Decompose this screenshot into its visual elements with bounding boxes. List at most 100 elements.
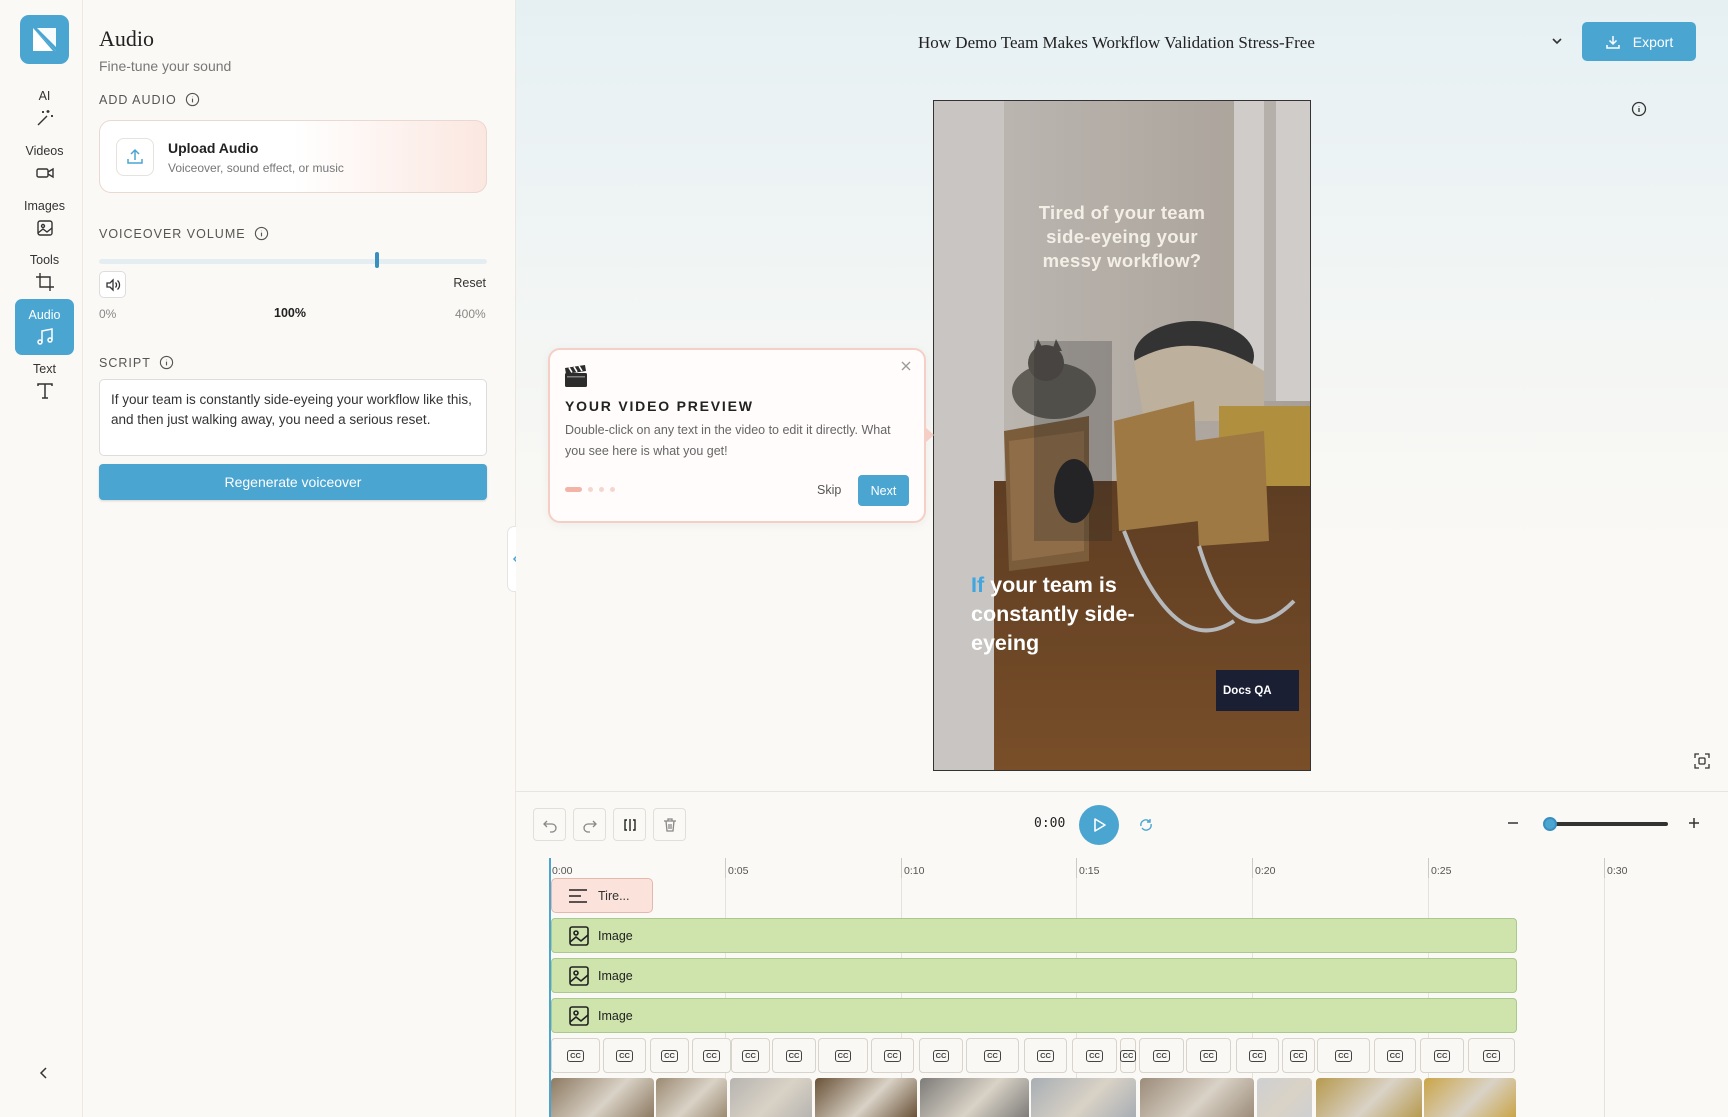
caption-clip[interactable]: CC [919,1038,963,1073]
caption-rest: your team is constantly side-eyeing [971,573,1135,655]
video-thumbnail[interactable] [1031,1078,1136,1117]
audio-panel: Audio Fine-tune your sound ADD AUDIO Upl… [84,0,516,1117]
timeline-ruler[interactable]: 0:00 0:05 0:10 0:15 0:20 0:25 0:30 [549,858,1728,878]
loop-icon[interactable] [1138,817,1154,833]
nav-videos[interactable]: Videos [15,135,74,191]
clip-label: Tire... [598,888,630,903]
video-top-text[interactable]: Tired of your team side-eyeing your mess… [1016,201,1228,273]
info-icon[interactable] [159,355,174,370]
image-track-clip[interactable]: Image [551,998,1517,1033]
zoom-slider-track[interactable] [1544,822,1668,826]
cc-icon: CC [1086,1049,1103,1062]
video-thumbnail[interactable] [1424,1078,1516,1117]
caption-clip[interactable]: CC [1139,1038,1184,1073]
undo-button[interactable] [533,808,566,841]
video-thumbnail[interactable] [656,1078,727,1117]
play-button[interactable] [1079,805,1119,845]
regenerate-voiceover-button[interactable]: Regenerate voiceover [99,464,487,500]
caption-clip[interactable]: CC [818,1038,868,1073]
nav-images[interactable]: Images [15,190,74,246]
step-dot [588,487,593,492]
ruler-tick: 0:10 [901,858,924,878]
split-button[interactable] [613,808,646,841]
tooltip-skip-button[interactable]: Skip [817,483,841,497]
nav-label: AI [38,88,51,103]
image-icon [36,219,53,236]
step-dot-active [565,487,582,492]
upload-audio-card[interactable]: Upload Audio Voiceover, sound effect, or… [99,120,487,193]
video-thumbnail[interactable] [1257,1078,1312,1117]
playhead[interactable] [549,858,551,1117]
caption-clip[interactable]: CC [1420,1038,1464,1073]
app-logo[interactable] [20,15,69,64]
info-icon[interactable] [1631,101,1647,117]
caption-clip[interactable]: CC [551,1038,600,1073]
caption-clip[interactable]: CC [871,1038,914,1073]
video-thumbnail[interactable] [920,1078,1029,1117]
info-icon[interactable] [185,92,200,107]
left-rail: AI Videos Images Tools Audio Text [0,0,83,1117]
cc-icon: CC [932,1049,950,1062]
caption-clip[interactable]: CC [1236,1038,1279,1073]
caption-clip[interactable]: CC [603,1038,646,1073]
caption-clip[interactable]: CC [772,1038,816,1073]
delete-button[interactable] [653,808,686,841]
caption-clip[interactable]: CC [1374,1038,1416,1073]
text-lines-icon [569,888,587,903]
mute-button[interactable] [99,271,126,298]
collapse-rail-icon[interactable] [34,1063,54,1083]
caption-clip[interactable]: CC [966,1038,1019,1073]
image-track-clip[interactable]: Image [551,918,1517,953]
video-thumbnail[interactable] [730,1078,812,1117]
caption-clip[interactable]: CC [692,1038,731,1073]
fit-screen-icon[interactable] [1694,753,1710,769]
caption-clip[interactable]: CC [1282,1038,1315,1073]
image-track-clip[interactable]: Image [551,958,1517,993]
volume-reset-button[interactable]: Reset [453,276,486,290]
caption-clip[interactable]: CC [731,1038,770,1073]
caption-clip[interactable]: CC [1119,1038,1137,1073]
close-icon[interactable] [899,359,913,373]
tooltip-title: YOUR VIDEO PREVIEW [565,398,754,414]
video-caption[interactable]: If your team is constantly side-eyeing [971,571,1191,658]
caption-clip[interactable]: CC [1072,1038,1117,1073]
caption-clip[interactable]: CC [650,1038,689,1073]
video-thumbnail[interactable] [551,1078,654,1117]
panel-title: Audio [99,26,154,51]
script-heading: SCRIPT [99,355,174,370]
step-dot [599,487,604,492]
cc-icon: CC [661,1049,678,1062]
docs-qa-badge[interactable]: Docs QA [1216,670,1299,711]
clapperboard-icon [565,365,587,387]
script-textarea[interactable]: If your team is constantly side-eyeing y… [99,379,487,456]
text-track-clip[interactable]: Tire... [551,878,653,913]
volume-slider-handle[interactable] [375,252,379,268]
zoom-out-icon[interactable] [1506,816,1520,830]
nav-audio[interactable]: Audio [15,299,74,355]
caption-clip[interactable]: CC [1468,1038,1515,1073]
nav-tools[interactable]: Tools [15,244,74,300]
ruler-tick: 0:30 [1604,858,1627,878]
nav-ai[interactable]: AI [15,80,74,136]
tooltip-body: Double-click on any text in the video to… [565,423,891,458]
caption-clip[interactable]: CC [1186,1038,1231,1073]
cc-icon: CC [785,1049,803,1062]
video-thumbnail[interactable] [1316,1078,1422,1117]
nav-text[interactable]: Text [15,353,74,409]
caption-clip[interactable]: CC [1024,1038,1067,1073]
export-button[interactable]: Export [1582,22,1696,61]
redo-button[interactable] [573,808,606,841]
zoom-in-icon[interactable] [1687,816,1701,830]
volume-max-label: 400% [455,307,486,321]
video-thumbnail[interactable] [1140,1078,1254,1117]
video-title[interactable]: How Demo Team Makes Workflow Validation … [918,33,1315,53]
video-thumbnail[interactable] [815,1078,917,1117]
tooltip-next-button[interactable]: Next [858,475,909,506]
clip-label: Image [598,928,633,943]
chevron-down-icon[interactable] [1550,34,1564,48]
crop-icon [35,272,54,291]
volume-slider-track[interactable] [99,259,487,264]
info-icon[interactable] [254,226,269,241]
caption-clip[interactable]: CC [1317,1038,1370,1073]
text-icon [36,382,53,399]
